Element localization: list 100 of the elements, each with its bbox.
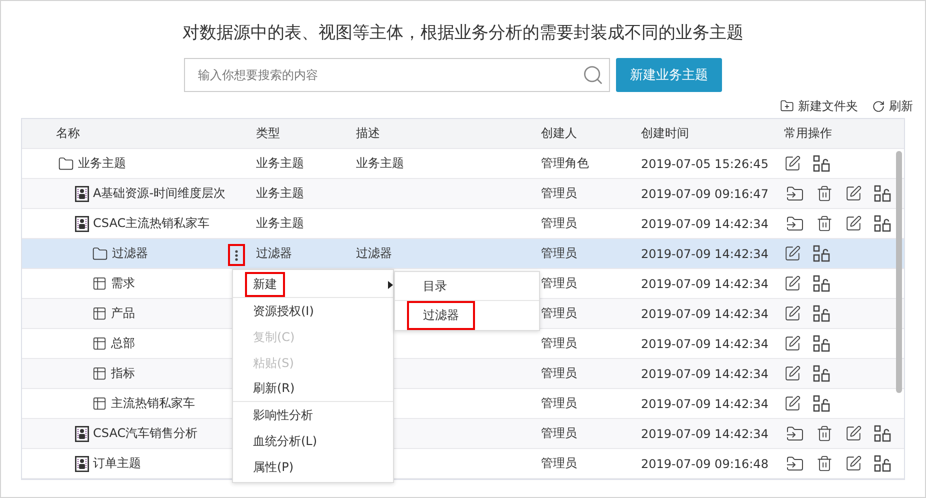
creator-cell-text: 管理员 <box>541 245 578 262</box>
move-to-folder-icon[interactable] <box>786 454 804 472</box>
new-folder-button[interactable]: 新建文件夹 <box>780 98 858 114</box>
item-name: 指标 <box>111 365 135 382</box>
item-name: A基础资源-时间维度层次 <box>93 185 226 202</box>
item-name: CSAC主流热销私家车 <box>93 215 210 232</box>
item-name: 过滤器 <box>112 245 148 262</box>
menu-item[interactable]: 资源授权(I) <box>245 298 322 324</box>
refresh-icon <box>872 100 885 112</box>
item-name: 需求 <box>111 275 135 292</box>
created-time-cell-text: 2019-07-09 14:42:34 <box>641 396 770 410</box>
creator-cell-text: 管理员 <box>541 425 578 442</box>
table-icon <box>92 336 107 351</box>
type-cell-text: 过滤器 <box>256 245 293 262</box>
creator-cell-text: 管理角色 <box>541 155 590 172</box>
item-name: 订单主题 <box>93 455 141 472</box>
item-name: 主流热销私家车 <box>111 395 195 412</box>
edit-icon[interactable] <box>784 275 801 292</box>
creator-cell-text: 管理员 <box>541 215 578 232</box>
column-header: 创建人 <box>541 125 578 142</box>
folder-icon <box>58 156 74 172</box>
subject-icon <box>75 426 89 442</box>
delete-icon[interactable] <box>816 455 833 472</box>
created-time-cell-text: 2019-07-05 15:26:45 <box>641 156 770 170</box>
search-icon[interactable] <box>582 64 604 86</box>
permission-icon[interactable] <box>874 215 891 232</box>
menu-item[interactable]: 新建 <box>245 272 285 297</box>
permission-icon[interactable] <box>813 335 830 352</box>
created-time-cell-text: 2019-07-09 14:42:34 <box>641 366 770 380</box>
created-time-cell-text: 2019-07-09 14:42:34 <box>641 216 770 230</box>
menu-item[interactable]: 属性(P) <box>245 454 302 480</box>
type-cell-text: 业务主题 <box>256 215 305 232</box>
search-field[interactable]: 输入你想要搜索的内容 <box>184 58 610 92</box>
creator-cell-text: 管理员 <box>541 455 578 472</box>
more-button[interactable] <box>228 244 245 266</box>
permission-icon[interactable] <box>874 455 891 472</box>
column-header: 创建时间 <box>641 125 690 142</box>
created-time-cell-text: 2019-07-09 14:42:34 <box>641 246 770 260</box>
column-header: 名称 <box>55 125 81 142</box>
created-time-cell-text: 2019-07-09 14:42:34 <box>641 426 770 440</box>
edit-icon[interactable] <box>784 365 801 382</box>
created-time-cell-text: 2019-07-09 14:42:34 <box>641 336 770 350</box>
created-time-cell-text: 2019-07-09 14:42:34 <box>641 276 770 290</box>
creator-cell-text: 管理员 <box>541 275 578 292</box>
permission-icon[interactable] <box>813 395 830 412</box>
menu-item[interactable]: 过滤器 <box>407 301 475 330</box>
description-cell-text: 过滤器 <box>356 245 393 262</box>
edit-icon[interactable] <box>784 245 801 262</box>
move-to-folder-icon[interactable] <box>786 424 804 442</box>
edit-icon[interactable] <box>845 185 862 202</box>
submenu-arrow-icon <box>388 281 393 289</box>
subject-icon <box>75 456 89 472</box>
edit-icon[interactable] <box>784 395 801 412</box>
permission-icon[interactable] <box>813 245 830 262</box>
table-row[interactable]: 过滤器 过滤器 过滤器 管理员 2019-07-09 14:42:34 <box>22 239 904 269</box>
type-cell-text: 业务主题 <box>256 155 305 172</box>
item-name: 业务主题 <box>78 155 126 172</box>
column-header: 描述 <box>356 125 381 142</box>
delete-icon[interactable] <box>816 215 833 232</box>
permission-icon[interactable] <box>874 425 891 442</box>
subject-icon <box>75 186 89 202</box>
move-to-folder-icon[interactable] <box>786 184 804 202</box>
column-header: 类型 <box>256 125 281 142</box>
creator-cell-text: 管理员 <box>541 185 578 202</box>
delete-icon[interactable] <box>816 185 833 202</box>
creator-cell-text: 管理员 <box>541 335 578 352</box>
table-icon <box>92 276 107 291</box>
refresh-button[interactable]: 刷新 <box>872 98 913 114</box>
permission-icon[interactable] <box>813 275 830 292</box>
creator-cell-text: 管理员 <box>541 305 578 322</box>
edit-icon[interactable] <box>784 155 801 172</box>
edit-icon[interactable] <box>784 305 801 322</box>
menu-item[interactable]: 目录 <box>407 272 463 300</box>
table-row[interactable]: A基础资源-时间维度层次 业务主题 管理员 2019-07-09 09:16:47 <box>22 179 904 209</box>
created-time-cell-text: 2019-07-09 14:42:34 <box>641 306 770 320</box>
edit-icon[interactable] <box>845 425 862 442</box>
move-to-folder-icon[interactable] <box>786 214 804 232</box>
delete-icon[interactable] <box>816 425 833 442</box>
edit-icon[interactable] <box>784 335 801 352</box>
table-icon <box>92 366 107 381</box>
new-folder-icon <box>780 99 794 113</box>
edit-icon[interactable] <box>845 455 862 472</box>
table-icon <box>92 396 107 411</box>
scrollbar[interactable] <box>896 151 902 393</box>
item-name: CSAC汽车销售分析 <box>93 425 198 442</box>
vertical-dots-icon <box>235 250 238 260</box>
table-icon <box>92 306 107 321</box>
created-time-cell-text: 2019-07-09 09:16:47 <box>641 186 770 200</box>
subject-icon <box>75 216 89 232</box>
permission-icon[interactable] <box>874 185 891 202</box>
item-name: 总部 <box>111 335 135 352</box>
permission-icon[interactable] <box>813 155 830 172</box>
permission-icon[interactable] <box>813 365 830 382</box>
page-heading: 对数据源中的表、视图等主体，根据业务分析的需要封装成不同的业务主题 <box>182 22 744 44</box>
item-name: 产品 <box>111 305 135 322</box>
column-header: 常用操作 <box>784 125 833 142</box>
creator-cell-text: 管理员 <box>541 395 578 412</box>
permission-icon[interactable] <box>813 305 830 322</box>
edit-icon[interactable] <box>845 215 862 232</box>
created-time-cell-text: 2019-07-09 09:16:48 <box>641 456 770 470</box>
